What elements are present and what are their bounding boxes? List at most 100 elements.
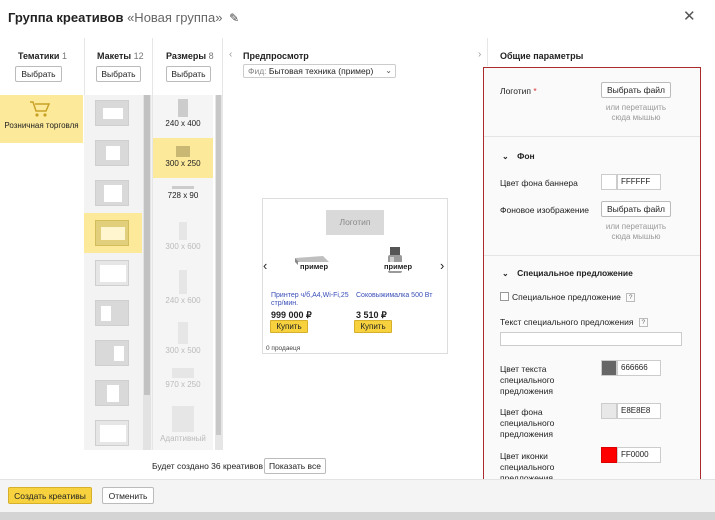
layout-thumb[interactable] bbox=[95, 260, 129, 286]
layout-thumb-selected[interactable] bbox=[95, 220, 129, 246]
product-name[interactable]: Соковыжималка 500 Вт bbox=[356, 292, 434, 300]
icon-color-swatch[interactable] bbox=[601, 447, 617, 463]
banner-bg-swatch[interactable] bbox=[601, 174, 617, 190]
size-item-label: 300 x 500 bbox=[165, 346, 201, 355]
special-text-label: Текст специального предложения ? bbox=[500, 317, 648, 328]
size-item[interactable]: 970 x 250 bbox=[153, 368, 213, 389]
arrow-right-icon[interactable]: › bbox=[440, 258, 444, 273]
required-mark: * bbox=[533, 86, 537, 96]
logo-choose-file-button[interactable]: Выбрать файл bbox=[601, 82, 671, 98]
size-shape bbox=[179, 270, 187, 294]
text-color-swatch[interactable] bbox=[601, 360, 617, 376]
bg-color-label: Цвет фона специального предложения bbox=[500, 407, 555, 439]
chevron-down-icon: ⌄ bbox=[502, 269, 509, 278]
divider bbox=[222, 38, 223, 450]
size-item[interactable]: 300 x 500 bbox=[153, 322, 213, 355]
size-item-label: 728 x 90 bbox=[167, 191, 199, 200]
create-creatives-button[interactable]: Создать креативы bbox=[8, 487, 92, 504]
sizes-header: Размеры 8 bbox=[166, 51, 214, 61]
group-name[interactable]: «Новая группа» bbox=[127, 10, 222, 25]
layouts-count: 12 bbox=[133, 51, 144, 61]
divider bbox=[487, 38, 488, 66]
special-offer-checkbox[interactable] bbox=[500, 292, 509, 301]
help-icon[interactable]: ? bbox=[638, 318, 648, 328]
sizes-title: Размеры bbox=[166, 51, 207, 61]
layouts-scrollbar-thumb[interactable] bbox=[144, 95, 150, 395]
chevron-down-icon: ⌄ bbox=[385, 66, 392, 75]
chevron-left-icon[interactable]: ‹ bbox=[229, 49, 232, 60]
product-badge: пример bbox=[382, 262, 415, 271]
layout-thumb[interactable] bbox=[95, 340, 129, 366]
bg-color-hex-input[interactable]: E8E8E8 bbox=[617, 403, 661, 419]
help-icon[interactable]: ? bbox=[626, 293, 636, 303]
text-color-label: Цвет текста специального предложения bbox=[500, 364, 555, 396]
themes-count: 1 bbox=[61, 51, 67, 61]
layout-thumb[interactable] bbox=[95, 420, 129, 446]
special-section-header[interactable]: ⌄ Специальное предложение bbox=[502, 268, 633, 278]
themes-select-button[interactable]: Выбрать bbox=[15, 66, 62, 82]
bg-image-drag-hint: или перетащить сюда мышью bbox=[605, 222, 667, 241]
size-item[interactable]: 240 x 400 bbox=[153, 99, 213, 128]
product-badge: пример bbox=[298, 262, 331, 271]
bg-section-header[interactable]: ⌄ Фон bbox=[502, 151, 535, 161]
feed-value: Бытовая техника (пример) bbox=[268, 66, 374, 76]
sizes-count: 8 bbox=[208, 51, 214, 61]
banner-logo-placeholder: Логотип bbox=[326, 210, 384, 235]
buy-button[interactable]: Купить bbox=[354, 320, 392, 333]
divider bbox=[484, 136, 700, 137]
size-item-label: 300 x 250 bbox=[165, 159, 201, 168]
size-shape bbox=[178, 99, 188, 117]
chevron-right-icon[interactable]: › bbox=[478, 49, 481, 60]
bg-image-choose-file-button[interactable]: Выбрать файл bbox=[601, 201, 671, 217]
size-item-selected[interactable]: 300 x 250 bbox=[153, 146, 213, 168]
layout-thumb[interactable] bbox=[95, 140, 129, 166]
feed-select[interactable]: Фид: Бытовая техника (пример) ⌄ bbox=[243, 64, 396, 78]
size-item[interactable]: Адаптивный bbox=[153, 406, 213, 443]
size-item-label: Адаптивный bbox=[160, 434, 206, 443]
size-shape bbox=[178, 322, 188, 344]
cancel-button[interactable]: Отменить bbox=[102, 487, 154, 504]
special-text-input[interactable] bbox=[500, 332, 682, 346]
arrow-left-icon[interactable]: ‹ bbox=[263, 258, 267, 273]
size-item[interactable]: 728 x 90 bbox=[153, 186, 213, 200]
page-title-bold: Группа креативов bbox=[8, 10, 124, 25]
pencil-icon[interactable]: ✎ bbox=[229, 11, 239, 25]
page-title: Группа креативов «Новая группа» ✎ bbox=[8, 10, 239, 25]
buy-button[interactable]: Купить bbox=[270, 320, 308, 333]
chevron-down-icon: ⌄ bbox=[502, 152, 509, 161]
create-count-info: Будет создано 36 креативов bbox=[152, 461, 264, 471]
banner-bg-label: Цвет фона баннера bbox=[500, 178, 578, 188]
banner-bg-hex-input[interactable]: FFFFFF bbox=[617, 174, 661, 190]
size-shape bbox=[172, 368, 194, 378]
params-title: Общие параметры bbox=[500, 51, 584, 61]
theme-item-retail[interactable]: Розничная торговля bbox=[0, 95, 83, 143]
size-item[interactable]: 300 x 600 bbox=[153, 222, 213, 251]
layouts-title: Макеты bbox=[97, 51, 132, 61]
icon-color-hex-input[interactable]: FF0000 bbox=[617, 447, 661, 463]
sizes-scrollbar-thumb[interactable] bbox=[216, 95, 221, 435]
product-name[interactable]: Принтер ч/б,А4,Wi-Fi,25 стр/мин. bbox=[271, 292, 349, 308]
theme-item-label: Розничная торговля bbox=[4, 121, 79, 130]
size-shape bbox=[172, 186, 194, 189]
size-item[interactable]: 240 x 600 bbox=[153, 270, 213, 305]
show-all-button[interactable]: Показать все bbox=[264, 458, 326, 474]
bg-section-title: Фон bbox=[517, 151, 535, 161]
text-color-hex-input[interactable]: 666666 bbox=[617, 360, 661, 376]
layout-thumb[interactable] bbox=[95, 180, 129, 206]
adaptive-icon bbox=[172, 406, 194, 432]
layouts-select-button[interactable]: Выбрать bbox=[96, 66, 141, 82]
feed-label: Фид: bbox=[248, 66, 267, 76]
sizes-select-button[interactable]: Выбрать bbox=[166, 66, 211, 82]
sold-caption: 0 продаеця bbox=[266, 345, 301, 352]
layout-thumb[interactable] bbox=[95, 100, 129, 126]
close-icon[interactable]: ✕ bbox=[683, 7, 696, 25]
logo-drag-hint: или перетащить сюда мышью bbox=[605, 103, 667, 122]
bg-color-swatch[interactable] bbox=[601, 403, 617, 419]
layouts-header: Макеты 12 bbox=[97, 51, 144, 61]
layout-thumb[interactable] bbox=[95, 300, 129, 326]
preview-title: Предпросмотр bbox=[243, 51, 309, 61]
themes-header: Тематики 1 bbox=[18, 51, 67, 61]
horizontal-scrollbar[interactable] bbox=[0, 512, 715, 520]
special-section-title: Специальное предложение bbox=[517, 268, 633, 278]
layout-thumb[interactable] bbox=[95, 380, 129, 406]
